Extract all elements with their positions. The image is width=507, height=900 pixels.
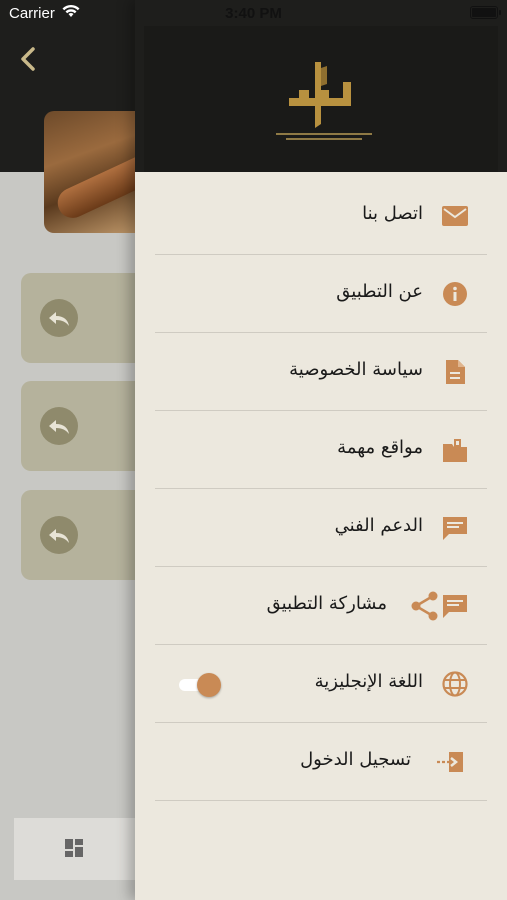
- share-icon: [411, 591, 438, 621]
- menu-item-label: اتصل بنا: [362, 203, 423, 224]
- brand-logo: [144, 26, 498, 172]
- reply-icon: [40, 407, 78, 445]
- side-drawer: اتصل بنا عن التطبيق سياسة الخصوصية مواقع…: [135, 0, 507, 900]
- reply-icon: [40, 516, 78, 554]
- menu-item-technical-support[interactable]: الدعم الفني: [155, 489, 487, 567]
- menu-item-login[interactable]: تسجيل الدخول: [155, 723, 487, 801]
- menu-item-label: تسجيل الدخول: [300, 749, 411, 770]
- menu-item-privacy-policy[interactable]: سياسة الخصوصية: [155, 333, 487, 411]
- clock: 3:40 PM: [225, 5, 282, 22]
- menu-item-contact-us[interactable]: اتصل بنا: [155, 177, 487, 255]
- folder-icon: [443, 439, 467, 462]
- menu-item-label: مشاركة التطبيق: [266, 593, 387, 614]
- status-bar: Carrier 3:40 PM: [0, 0, 507, 26]
- reply-icon: [40, 299, 78, 337]
- mail-icon: [442, 206, 468, 226]
- menu-item-label: سياسة الخصوصية: [289, 359, 423, 380]
- battery-icon: [470, 6, 501, 19]
- toggle-knob: [197, 673, 221, 697]
- menu-item-share-app[interactable]: مشاركة التطبيق: [155, 567, 487, 645]
- menu-item-about-app[interactable]: عن التطبيق: [155, 255, 487, 333]
- back-chevron-icon[interactable]: [14, 44, 44, 74]
- language-toggle[interactable]: [179, 673, 223, 697]
- bottom-tab-bar: [14, 818, 154, 880]
- menu-item-label: مواقع مهمة: [337, 437, 423, 458]
- chat-icon: [443, 517, 467, 540]
- menu-item-label: عن التطبيق: [336, 281, 423, 302]
- document-icon: [446, 360, 465, 384]
- login-icon: [437, 752, 463, 772]
- menu-item-important-sites[interactable]: مواقع مهمة: [155, 411, 487, 489]
- chat-icon: [443, 595, 467, 618]
- menu-item-label: الدعم الفني: [334, 515, 423, 536]
- info-icon: [443, 282, 467, 306]
- menu-item-english-language[interactable]: اللغة الإنجليزية: [155, 645, 487, 723]
- dashboard-icon[interactable]: [64, 838, 84, 858]
- menu-item-label: اللغة الإنجليزية: [314, 671, 423, 692]
- globe-icon: [442, 671, 468, 697]
